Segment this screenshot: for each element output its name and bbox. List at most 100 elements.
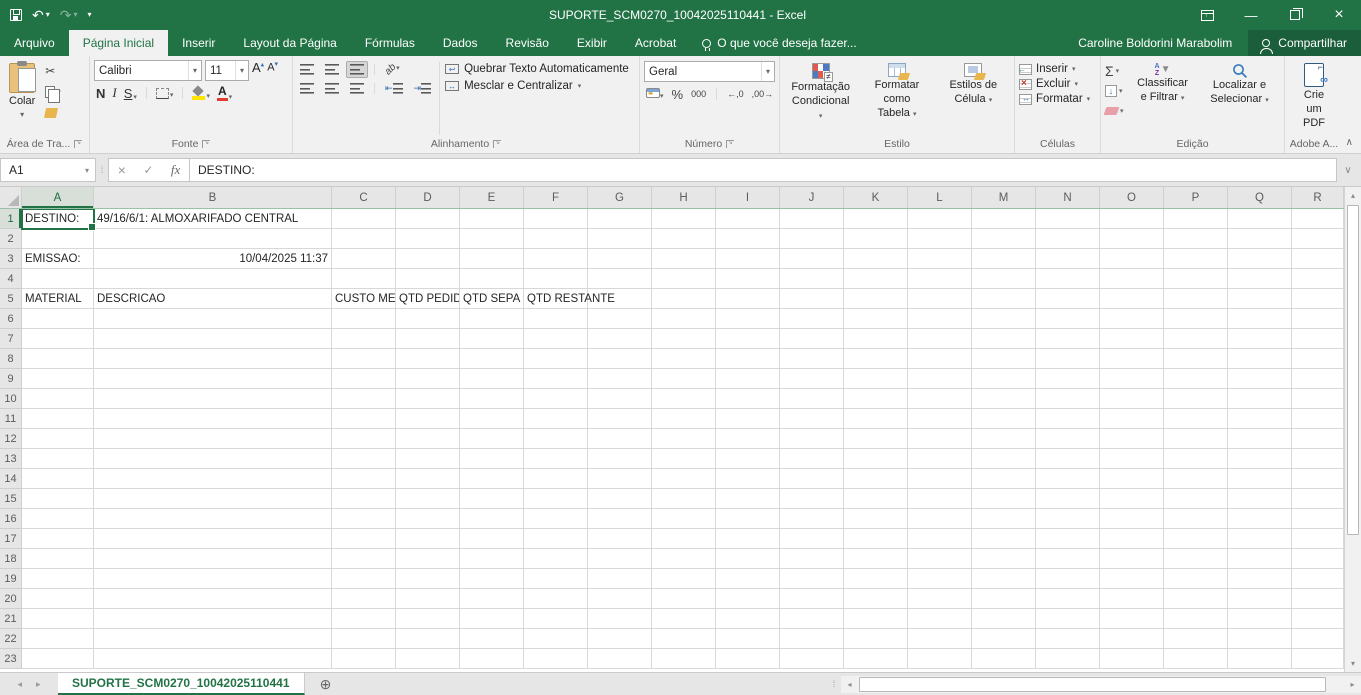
align-center-button[interactable] [322, 81, 342, 96]
row-header-15[interactable]: 15 [0, 489, 22, 509]
cell-L14[interactable] [908, 469, 972, 489]
cell-J21[interactable] [780, 609, 844, 629]
cell-R7[interactable] [1292, 329, 1344, 349]
row-header-3[interactable]: 3 [0, 249, 22, 269]
cell-B6[interactable] [94, 309, 332, 329]
cell-P12[interactable] [1164, 429, 1228, 449]
cell-Q5[interactable] [1228, 289, 1292, 309]
decrease-decimal-button[interactable]: ,00→ [752, 89, 774, 99]
cell-G16[interactable] [588, 509, 652, 529]
cell-K11[interactable] [844, 409, 908, 429]
cell-F14[interactable] [524, 469, 588, 489]
cell-F10[interactable] [524, 389, 588, 409]
cell-H11[interactable] [652, 409, 716, 429]
cell-N13[interactable] [1036, 449, 1100, 469]
cell-D22[interactable] [396, 629, 460, 649]
cell-H6[interactable] [652, 309, 716, 329]
cell-L12[interactable] [908, 429, 972, 449]
cell-F19[interactable] [524, 569, 588, 589]
row-header-14[interactable]: 14 [0, 469, 22, 489]
cell-D11[interactable] [396, 409, 460, 429]
cell-Q14[interactable] [1228, 469, 1292, 489]
select-all-corner[interactable] [0, 187, 22, 208]
cell-D2[interactable] [396, 229, 460, 249]
cell-C4[interactable] [332, 269, 396, 289]
row-header-16[interactable]: 16 [0, 509, 22, 529]
scroll-down-icon[interactable]: ▾ [1345, 655, 1361, 672]
cell-O9[interactable] [1100, 369, 1164, 389]
cell-K4[interactable] [844, 269, 908, 289]
cell-P8[interactable] [1164, 349, 1228, 369]
cell-H5[interactable] [652, 289, 716, 309]
cell-B17[interactable] [94, 529, 332, 549]
cell-C19[interactable] [332, 569, 396, 589]
cell-D7[interactable] [396, 329, 460, 349]
cell-Q10[interactable] [1228, 389, 1292, 409]
number-format-select[interactable]: Geral ▾ [644, 61, 775, 82]
redo-button[interactable]: ↷▾ [60, 8, 78, 22]
cell-L10[interactable] [908, 389, 972, 409]
row-header-8[interactable]: 8 [0, 349, 22, 369]
cell-K10[interactable] [844, 389, 908, 409]
cell-H7[interactable] [652, 329, 716, 349]
row-header-17[interactable]: 17 [0, 529, 22, 549]
cell-B15[interactable] [94, 489, 332, 509]
cell-R15[interactable] [1292, 489, 1344, 509]
cell-E22[interactable] [460, 629, 524, 649]
cell-G19[interactable] [588, 569, 652, 589]
cell-F4[interactable] [524, 269, 588, 289]
cell-A16[interactable] [22, 509, 94, 529]
minimize-button[interactable]: — [1229, 0, 1273, 30]
cell-L13[interactable] [908, 449, 972, 469]
cell-O2[interactable] [1100, 229, 1164, 249]
cell-A19[interactable] [22, 569, 94, 589]
font-family-select[interactable]: Calibri ▾ [94, 60, 202, 81]
find-select-button[interactable]: Localizar e Selecionar ▾ [1202, 60, 1278, 137]
cell-Q4[interactable] [1228, 269, 1292, 289]
cell-F3[interactable] [524, 249, 588, 269]
cell-D15[interactable] [396, 489, 460, 509]
column-header-G[interactable]: G [588, 187, 652, 208]
insert-function-icon[interactable]: fx [171, 162, 180, 178]
cell-B2[interactable] [94, 229, 332, 249]
accounting-format-button[interactable]: ▾ [646, 88, 664, 101]
borders-button[interactable]: ▾ [156, 88, 174, 99]
cell-C14[interactable] [332, 469, 396, 489]
cell-E12[interactable] [460, 429, 524, 449]
cell-M13[interactable] [972, 449, 1036, 469]
cell-E17[interactable] [460, 529, 524, 549]
increase-indent-button[interactable]: ⇥ [411, 81, 435, 96]
cell-J10[interactable] [780, 389, 844, 409]
cell-E6[interactable] [460, 309, 524, 329]
prev-sheet-icon[interactable]: ◂ [17, 679, 22, 690]
column-header-L[interactable]: L [908, 187, 972, 208]
column-header-M[interactable]: M [972, 187, 1036, 208]
clear-button[interactable]: ▾ [1105, 102, 1124, 119]
cell-A1[interactable]: DESTINO: [22, 209, 94, 229]
cell-E14[interactable] [460, 469, 524, 489]
cell-P15[interactable] [1164, 489, 1228, 509]
cell-N8[interactable] [1036, 349, 1100, 369]
cut-button[interactable]: ✂ [43, 62, 63, 80]
cell-J3[interactable] [780, 249, 844, 269]
cell-Q3[interactable] [1228, 249, 1292, 269]
cell-R11[interactable] [1292, 409, 1344, 429]
cell-P23[interactable] [1164, 649, 1228, 669]
row-header-1[interactable]: 1 [0, 209, 22, 229]
undo-dropdown-icon[interactable]: ▾ [46, 11, 50, 19]
cell-F2[interactable] [524, 229, 588, 249]
cell-F15[interactable] [524, 489, 588, 509]
cell-O8[interactable] [1100, 349, 1164, 369]
cell-R4[interactable] [1292, 269, 1344, 289]
cell-D20[interactable] [396, 589, 460, 609]
cell-G17[interactable] [588, 529, 652, 549]
cell-E9[interactable] [460, 369, 524, 389]
cell-Q1[interactable] [1228, 209, 1292, 229]
format-cells-button[interactable]: Formatar▾ [1019, 93, 1090, 105]
cell-C12[interactable] [332, 429, 396, 449]
insert-cells-button[interactable]: Inserir▾ [1019, 63, 1090, 75]
cell-O19[interactable] [1100, 569, 1164, 589]
cell-M9[interactable] [972, 369, 1036, 389]
scroll-right-icon[interactable]: ▸ [1344, 676, 1361, 693]
cell-J16[interactable] [780, 509, 844, 529]
